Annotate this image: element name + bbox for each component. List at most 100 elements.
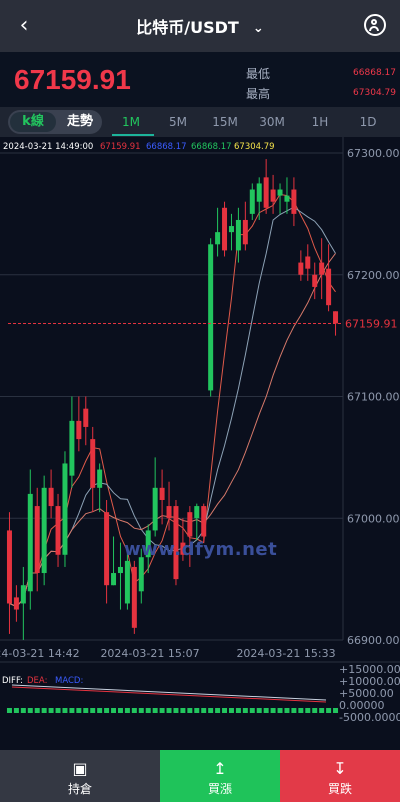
candle	[194, 506, 200, 519]
macd-bar	[222, 708, 228, 713]
macd-bar	[152, 708, 158, 713]
ohlc-close: 67304.79	[234, 142, 275, 152]
macd-bar	[48, 708, 54, 713]
candle	[270, 189, 276, 202]
candle	[62, 463, 68, 555]
macd-bar	[97, 708, 103, 713]
macd-bar	[124, 708, 130, 713]
current-price: 67159.91	[14, 64, 131, 95]
macd-bar	[62, 708, 68, 713]
candle	[166, 506, 172, 519]
high-value: 67304.79	[353, 88, 396, 98]
candle	[97, 469, 103, 488]
user-icon[interactable]	[364, 14, 386, 36]
macd-bar	[159, 708, 165, 713]
buy-up-label: 買漲	[207, 782, 232, 796]
tab-kline[interactable]: k線	[10, 112, 56, 132]
candle	[222, 207, 228, 251]
page-title[interactable]: 比特币/USDT ⌄	[0, 14, 400, 38]
tab-1m[interactable]: 1M	[111, 115, 151, 129]
macd-dea-line	[11, 686, 327, 703]
candle	[69, 420, 75, 476]
y-tick-label: 67200.00	[347, 269, 400, 282]
candle	[228, 226, 234, 233]
buy-down-button[interactable]: ↧ 買跌	[280, 750, 400, 802]
macd-bar	[6, 708, 12, 713]
macd-tick-label: -5000.0000	[339, 711, 400, 724]
chart-tabs: k線 走勢 1M 5M 15M 30M 1H 1D	[0, 107, 400, 137]
macd-bar	[187, 708, 193, 713]
tab-1h[interactable]: 1H	[300, 115, 340, 129]
x-tick-label: 2024-03-21 14:42	[0, 647, 80, 660]
macd-bar	[34, 708, 40, 713]
y-tick-label: 67000.00	[347, 512, 400, 525]
candle	[201, 506, 207, 537]
candle	[305, 256, 311, 269]
top-bar: ‹ 比特币/USDT ⌄	[0, 0, 400, 52]
macd-bar	[256, 708, 262, 713]
macd-bar	[333, 708, 339, 713]
macd-bar	[173, 708, 179, 713]
candle	[117, 566, 123, 574]
candle	[277, 189, 283, 196]
candle	[34, 506, 40, 574]
ohlc-open: 67159.91	[100, 142, 141, 152]
macd-bar	[83, 708, 89, 713]
candle	[90, 439, 96, 488]
macd-bar	[104, 708, 110, 713]
candle	[41, 487, 47, 574]
candle	[83, 408, 89, 427]
candle	[312, 274, 318, 287]
macd-bar	[228, 708, 234, 713]
candle	[256, 183, 262, 202]
macd-bar	[13, 708, 19, 713]
candle	[76, 420, 82, 440]
upload-icon: ↥	[213, 759, 227, 778]
page-title-text: 比特币/USDT	[136, 18, 239, 37]
macd-bar	[55, 708, 61, 713]
macd-label: DIFF:	[2, 676, 23, 686]
tab-1d[interactable]: 1D	[348, 115, 388, 129]
macd-bar	[242, 708, 248, 713]
hold-label: 持倉	[67, 782, 92, 796]
macd-bar	[76, 708, 82, 713]
action-bar: ▣ 持倉 ↥ 買漲 ↧ 買跌	[0, 750, 400, 802]
macd-label: DEA:	[27, 676, 47, 686]
chevron-down-icon[interactable]: ⌄	[253, 21, 264, 36]
candle	[152, 487, 158, 531]
buy-down-label: 買跌	[327, 782, 352, 796]
tab-5m[interactable]: 5M	[158, 115, 198, 129]
macd-bar	[201, 708, 207, 713]
macd-bar	[194, 708, 200, 713]
macd-bar	[117, 708, 123, 713]
macd-bar	[111, 708, 117, 713]
low-label: 最低	[246, 67, 271, 81]
y-tick-label: 66900.00	[347, 634, 400, 647]
candle	[48, 487, 54, 507]
macd-bar	[41, 708, 47, 713]
y-tick-label: 67300.00	[347, 147, 400, 160]
macd-bar	[263, 708, 269, 713]
buy-up-button[interactable]: ↥ 買漲	[160, 750, 280, 802]
tab-15m[interactable]: 15M	[205, 115, 245, 129]
kline-chart-svg: 67300.00 67200.00 67100.00 67000.00 66900.00…	[0, 137, 400, 724]
macd-bar	[138, 708, 144, 713]
kline-chart[interactable]: 67300.00 67200.00 67100.00 67000.00 66900.00…	[0, 137, 400, 750]
macd-bar	[284, 708, 290, 713]
tab-30m[interactable]: 30M	[252, 115, 292, 129]
candle	[138, 557, 144, 592]
macd-bar	[277, 708, 283, 713]
hold-button[interactable]: ▣ 持倉	[0, 750, 160, 802]
macd-bar	[90, 708, 96, 713]
candle	[249, 189, 255, 214]
macd-bar	[270, 708, 276, 713]
candle	[242, 219, 248, 245]
macd-bar	[27, 708, 33, 713]
candle	[235, 219, 241, 251]
macd-bar	[166, 708, 172, 713]
macd-bar	[145, 708, 151, 713]
tab-trend[interactable]: 走勢	[60, 112, 100, 132]
candle	[298, 262, 304, 275]
y-tick-label: 67100.00	[347, 391, 400, 404]
candle	[13, 597, 19, 610]
